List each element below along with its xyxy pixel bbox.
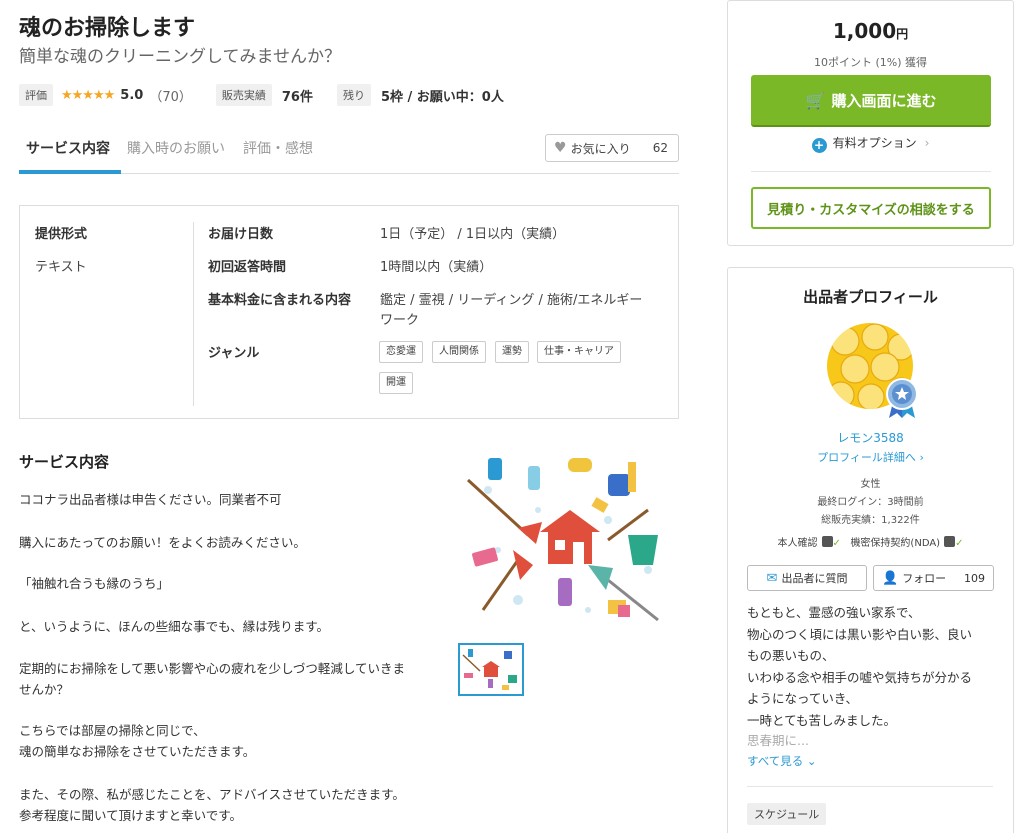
follow-label: フォロー <box>902 572 947 585</box>
price-amount: 1,000 <box>832 19 897 43</box>
tab-service-content[interactable]: サービス内容 <box>26 138 110 158</box>
format-value: テキスト <box>35 260 87 275</box>
included-label: 基本料金に含まれる内容 <box>208 293 352 308</box>
description-line: また、その際、私が感じたことを、アドバイスさせていただきます。 <box>19 787 405 802</box>
description-heading: サービス内容 <box>19 453 110 471</box>
bio-line: もの悪いもの、 <box>747 648 835 663</box>
heart-icon: ♥ <box>554 140 567 156</box>
description-line: せんか？ <box>19 682 70 697</box>
genre-chip[interactable]: 恋愛運 <box>379 341 423 363</box>
identity-verified-label: 本人確認 <box>777 538 818 549</box>
follow-count: 109 <box>964 571 985 585</box>
bio-line: 物心のつく頃には黒い影や白い影、良い <box>747 627 973 642</box>
check-icon: ✓ <box>955 538 964 549</box>
tab-purchase-request[interactable]: 購入時のお願い <box>127 138 225 158</box>
first-reply-value: 1時間以内（実績） <box>380 260 493 275</box>
active-tab-indicator <box>19 170 121 174</box>
show-more-label: すべて見る <box>747 754 804 768</box>
description-line: こちらでは部屋の掃除と同じで、 <box>19 723 206 738</box>
image-thumbnail[interactable] <box>458 643 524 696</box>
follow-button[interactable]: 👤 フォロー 109 <box>873 565 994 591</box>
service-spec-box: 提供形式 テキスト お届け日数 1日（予定） / 1日以内（実績） 初回返答時間… <box>19 205 679 419</box>
seller-name[interactable]: レモン3588 <box>728 429 1013 446</box>
delivery-value: 1日（予定） / 1日以内（実績） <box>380 227 566 242</box>
description-line: と、いうように、ほんの些細な事でも、縁は残ります。 <box>19 619 330 634</box>
chevron-right-icon: › <box>919 451 924 464</box>
purchase-box: 1,000円 10ポイント (1%) 獲得 🛒 購入画面に進む + 有料オプション… <box>727 0 1014 246</box>
genre-chip[interactable]: 仕事・キャリア <box>537 341 621 363</box>
nda-label: 機密保持契約(NDA) <box>850 538 941 549</box>
profile-title: 出品者プロフィール <box>803 288 938 306</box>
rating-value: 5.0 <box>120 87 144 103</box>
genre-chip[interactable]: 人間関係 <box>432 341 486 363</box>
description-line: 購入にあたってのお願い！をよくお読みください。 <box>19 535 306 550</box>
remaining-tag: 残り <box>336 84 371 106</box>
check-icon: ✓ <box>832 538 841 549</box>
sales-tag: 販売実績 <box>215 84 272 106</box>
profile-detail-label: プロフィール詳細へ <box>817 451 916 464</box>
bio-line: ようになっていき、 <box>747 691 859 706</box>
included-value-line2: ワーク <box>380 313 420 328</box>
genre-label: ジャンル <box>208 346 260 361</box>
schedule-tag[interactable]: スケジュール <box>747 803 827 825</box>
buy-button-label: 購入画面に進む <box>831 91 937 110</box>
spec-divider <box>193 222 194 406</box>
favorite-count: 62 <box>652 141 668 155</box>
rating-stars-icon: ★★★★★ <box>61 87 115 103</box>
first-reply-label: 初回返答時間 <box>208 260 287 275</box>
chevron-right-icon: › <box>924 136 930 150</box>
divider <box>747 786 993 787</box>
description-line: 魂の簡単なお掃除をさせていただきます。 <box>19 744 256 759</box>
favorite-label: お気に入り <box>570 141 631 156</box>
seller-gender: 女性 <box>860 479 881 490</box>
paid-options-link[interactable]: + 有料オプション › <box>728 134 1013 153</box>
delivery-label: お届け日数 <box>208 227 274 242</box>
description-line: 「袖触れ合うも縁のうち」 <box>19 576 170 591</box>
rating-tag: 評価 <box>19 84 53 106</box>
ask-seller-button[interactable]: ✉ 出品者に質問 <box>747 565 867 591</box>
seller-profile-box: 出品者プロフィール レモン3588 プロフィール詳細へ › 女性 最終ログイン：… <box>727 267 1014 833</box>
paid-options-label: 有料オプション <box>832 136 917 150</box>
bio-line: 思春期に... <box>747 733 809 748</box>
genre-chip[interactable]: 運勢 <box>495 341 529 363</box>
plus-circle-icon: + <box>811 138 827 153</box>
service-meta: 評価 ★★★★★ 5.0 （70） 販売実績 76件 残り 5枠 / お願い中：… <box>19 84 504 106</box>
buy-button[interactable]: 🛒 購入画面に進む <box>751 75 991 127</box>
points-earned: 10ポイント (1%) 獲得 <box>813 56 928 69</box>
price: 1,000円 <box>728 19 1013 43</box>
format-label: 提供形式 <box>35 227 88 242</box>
description-line: ココナラ出品者様は申告ください。同業者不可 <box>19 492 282 507</box>
service-subtitle: 簡単な魂のクリーニングしてみませんか？ <box>19 47 341 67</box>
seller-total-sales: 総販売実績：1,322件 <box>821 515 920 526</box>
verification-row: 本人確認 ✓ 機密保持契約(NDA) ✓ <box>728 534 1013 549</box>
rank-badge-icon <box>885 378 919 418</box>
bio-line: 一時とても苦しみました。 <box>747 713 897 728</box>
sales-value: 76件 <box>281 89 313 105</box>
remaining-value: 5枠 / お願い中：0人 <box>380 89 504 105</box>
id-card-icon <box>821 536 833 547</box>
divider <box>751 171 991 172</box>
chevron-down-icon: ⌄ <box>806 754 817 768</box>
included-value-line1: 鑑定 / 霊視 / リーディング / 施術/エネルギー <box>380 293 643 308</box>
mail-icon: ✉ <box>766 570 778 586</box>
service-main-image[interactable] <box>458 450 678 630</box>
add-user-icon: 👤 <box>882 570 899 586</box>
favorite-button[interactable]: ♥ お気に入り 62 <box>545 134 679 162</box>
seller-last-login: 最終ログイン：3時間前 <box>817 497 924 508</box>
cart-icon: 🛒 <box>805 90 826 110</box>
genre-chip[interactable]: 開運 <box>379 372 413 394</box>
description-line: 定期的にお掃除をして悪い影響や心の疲れを少しづつ軽減していきま <box>19 661 406 676</box>
bio-line: もともと、霊感の強い家系で、 <box>747 605 921 620</box>
bio-line: いわゆる念や相手の嘘や気持ちが分かる <box>747 670 973 685</box>
consult-button[interactable]: 見積り・カスタマイズの相談をする <box>751 187 991 229</box>
rating-count[interactable]: （70） <box>149 86 192 105</box>
description-line: 参考程度に聞いて頂けますと幸いです。 <box>19 808 243 823</box>
price-unit: 円 <box>896 27 909 41</box>
profile-detail-link[interactable]: プロフィール詳細へ › <box>728 449 1013 465</box>
show-more-link[interactable]: すべて見る ⌄ <box>747 753 817 769</box>
ask-seller-label: 出品者に質問 <box>781 572 848 585</box>
tab-reviews[interactable]: 評価・感想 <box>243 138 313 158</box>
service-title: 魂のお掃除します <box>19 16 196 41</box>
document-icon <box>944 536 956 547</box>
